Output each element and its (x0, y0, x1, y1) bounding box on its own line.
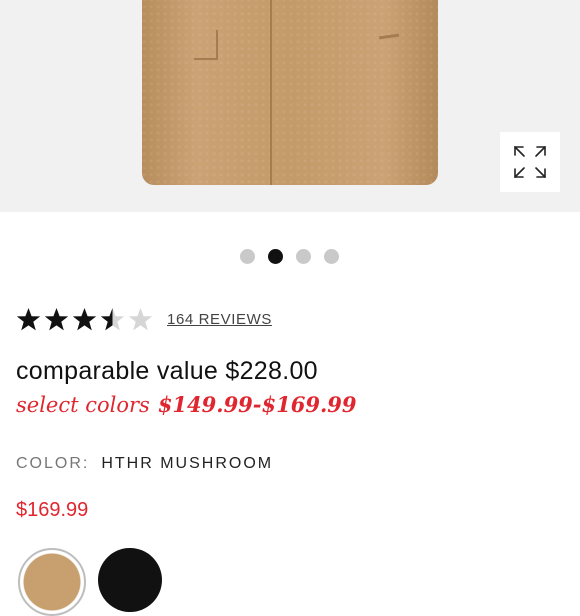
carousel-dot-1[interactable] (240, 249, 255, 264)
star-icon (128, 308, 153, 331)
color-row: COLOR: HTHR MUSHROOM (16, 455, 273, 473)
sale-prefix: select colors (16, 393, 150, 417)
selected-color-name: HTHR MUSHROOM (101, 455, 274, 472)
swatch-hthr-mushroom[interactable] (18, 548, 86, 616)
reviews-link[interactable]: 164 REVIEWS (167, 311, 272, 328)
coat-pocket (378, 33, 400, 40)
sale-price-range: $149.99-$169.99 (157, 392, 357, 417)
star-icon (44, 308, 69, 331)
star-icon (100, 308, 125, 331)
expand-arrows-icon (514, 146, 546, 178)
product-image-gallery[interactable] (0, 0, 580, 212)
star-icon (16, 308, 41, 331)
color-label: COLOR: (16, 455, 90, 472)
image-carousel-dots (240, 249, 339, 264)
expand-image-button[interactable] (500, 132, 560, 192)
carousel-dot-3[interactable] (296, 249, 311, 264)
sale-price-line: select colors $149.99-$169.99 (16, 392, 357, 417)
coat-pocket-flap (194, 30, 218, 60)
carousel-dot-4[interactable] (324, 249, 339, 264)
coat-front-seam (270, 0, 272, 185)
comparable-value: comparable value $228.00 (16, 357, 318, 385)
product-image[interactable] (142, 0, 438, 185)
current-price: $169.99 (16, 499, 89, 521)
swatch-black[interactable] (98, 548, 162, 612)
carousel-dot-2[interactable] (268, 249, 283, 264)
star-icon (72, 308, 97, 331)
rating-row: 164 REVIEWS (16, 307, 272, 332)
star-rating (16, 307, 153, 332)
